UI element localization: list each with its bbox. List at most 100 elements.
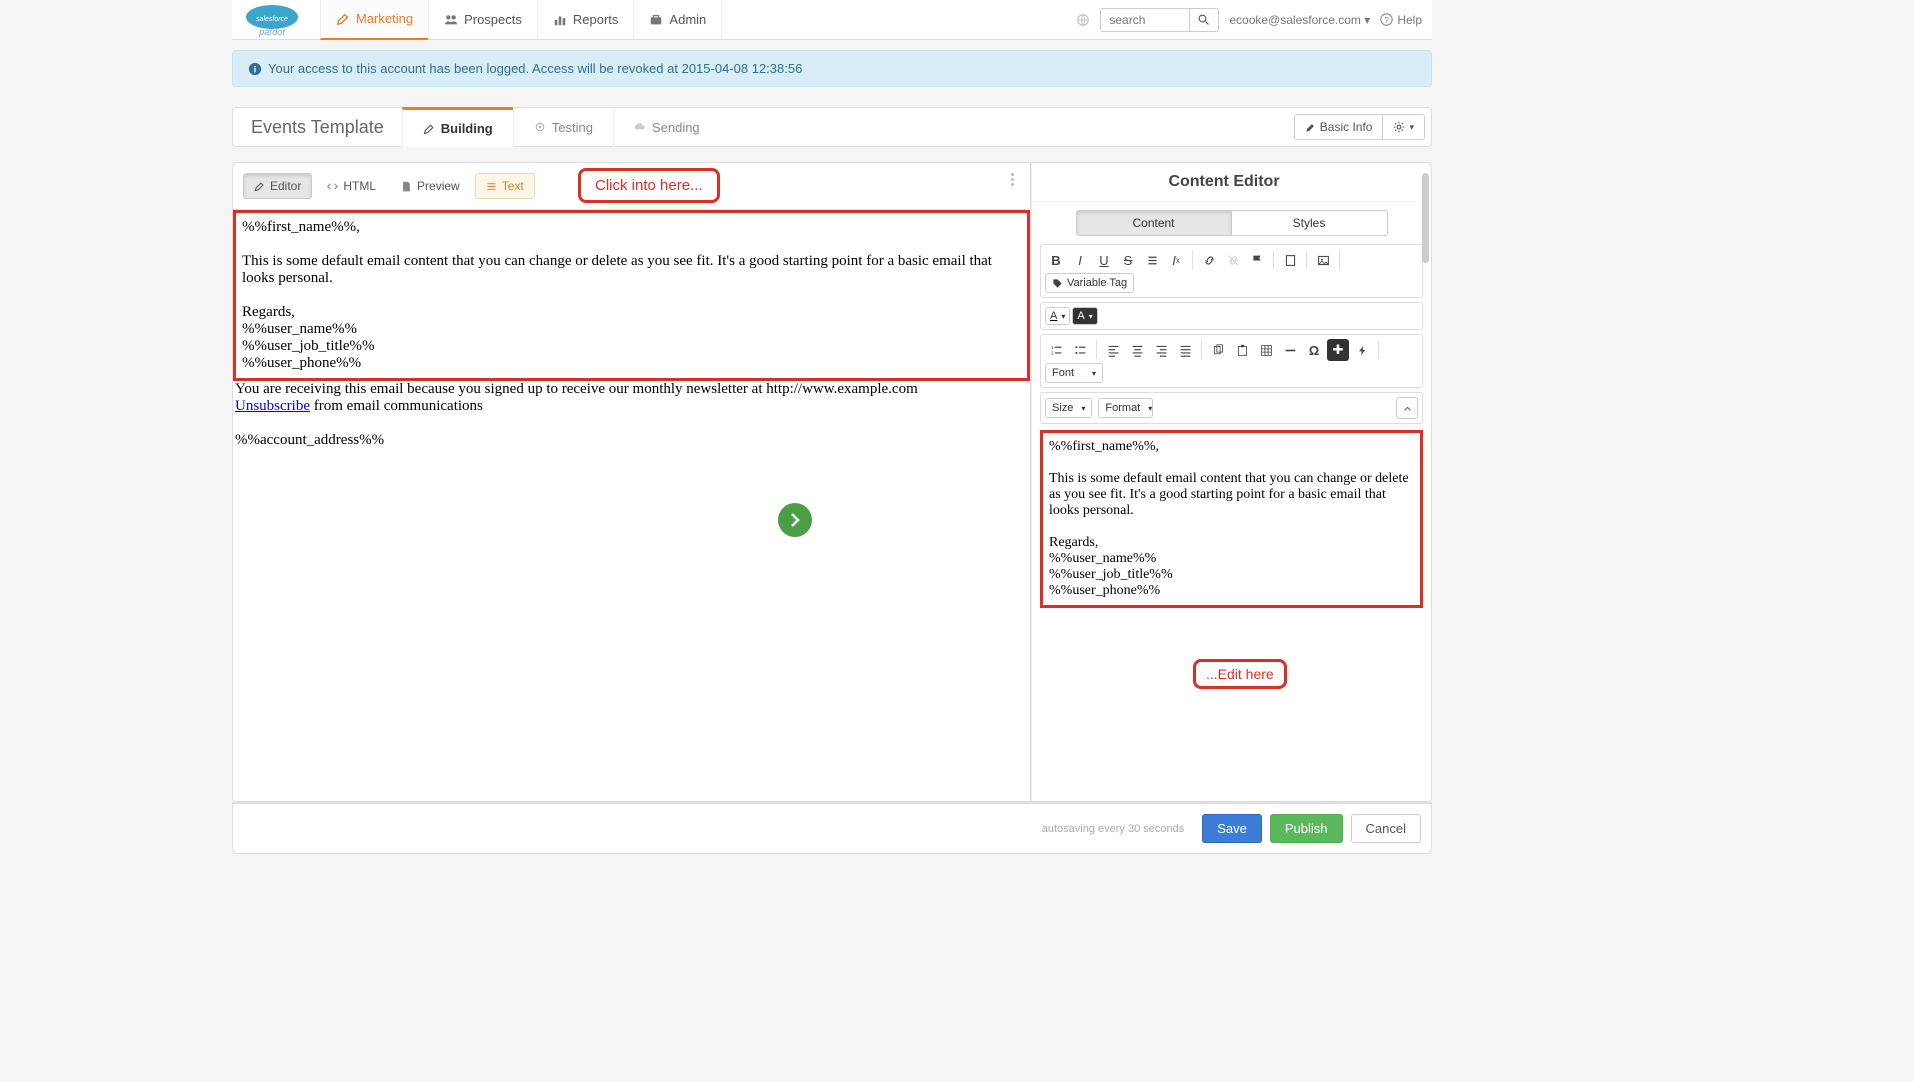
collapse-toolbar-button[interactable]	[1396, 397, 1418, 419]
hr-button[interactable]	[1279, 339, 1301, 361]
nav-tab-prospects[interactable]: Prospects	[428, 0, 537, 40]
nav-label: Prospects	[464, 12, 522, 27]
info-icon: i	[248, 62, 262, 76]
underline-button[interactable]: U	[1093, 249, 1115, 271]
dynamic-button[interactable]	[1351, 339, 1373, 361]
step-label: Building	[441, 121, 493, 136]
tag-icon	[1052, 278, 1063, 289]
toggle-content[interactable]: Content	[1076, 210, 1232, 236]
editor-signature-line: %%user_phone%%	[1049, 583, 1414, 599]
search-icon	[1198, 14, 1210, 26]
settings-dropdown-button[interactable]: ▾	[1383, 114, 1425, 140]
nav-tab-admin[interactable]: Admin	[633, 0, 722, 40]
help-link[interactable]: ? Help	[1380, 13, 1422, 27]
text-color-button[interactable]: A ▾	[1045, 307, 1070, 325]
basic-info-button[interactable]: Basic Info	[1294, 114, 1384, 140]
save-button[interactable]: Save	[1202, 814, 1262, 843]
anchor-button[interactable]	[1246, 249, 1268, 271]
image-button[interactable]	[1312, 249, 1334, 271]
salesforce-pardot-logo-icon: salesforce pardot	[242, 3, 302, 37]
search-button[interactable]	[1190, 8, 1219, 32]
page-title: Events Template	[233, 117, 402, 138]
view-tabs: Editor HTML Preview Text Click into here…	[233, 163, 1030, 210]
user-label: ecooke@salesforce.com	[1229, 13, 1361, 27]
format-select[interactable]: Format▾	[1098, 398, 1153, 418]
email-preview-area[interactable]: %%first_name%%, This is some default ema…	[233, 210, 1030, 801]
bullet-list-button[interactable]	[1069, 339, 1091, 361]
italic-button[interactable]: I	[1069, 249, 1091, 271]
remove-format-button[interactable]: Ix	[1165, 249, 1187, 271]
nav-tab-reports[interactable]: Reports	[537, 0, 634, 40]
table-button[interactable]	[1255, 339, 1277, 361]
toggle-styles[interactable]: Styles	[1232, 210, 1388, 236]
view-tab-preview[interactable]: Preview	[391, 173, 470, 199]
step-tab-testing[interactable]: Testing	[513, 107, 613, 147]
chevron-right-icon	[787, 512, 803, 528]
unsubscribe-link[interactable]: Unsubscribe	[235, 398, 310, 414]
bold-button[interactable]: B	[1045, 249, 1067, 271]
pane-options-button[interactable]	[1005, 173, 1020, 199]
numbered-list-button[interactable]: 12	[1045, 339, 1067, 361]
size-select[interactable]: Size▾	[1045, 398, 1092, 418]
view-label: Editor	[270, 179, 301, 193]
copy-button[interactable]	[1207, 339, 1229, 361]
gear-icon	[1393, 121, 1405, 133]
special-char-button[interactable]: Ω	[1303, 339, 1325, 361]
collapse-panel-button[interactable]	[778, 503, 812, 537]
chevron-up-icon	[1403, 404, 1412, 413]
view-tab-html[interactable]: HTML	[317, 173, 386, 199]
page-header-bar: Events Template Building Testing Sending…	[232, 107, 1432, 147]
logo[interactable]: salesforce pardot	[242, 3, 320, 37]
cancel-button[interactable]: Cancel	[1351, 814, 1421, 843]
left-pane: Editor HTML Preview Text Click into here…	[233, 163, 1031, 801]
align-center-button[interactable]	[1126, 339, 1148, 361]
view-label: Text	[502, 179, 524, 193]
search-input[interactable]	[1100, 8, 1190, 32]
embed-button[interactable]: ✚	[1327, 339, 1349, 361]
variable-tag-button[interactable]: Variable Tag	[1045, 273, 1134, 293]
rte-toolbar-row-1: B I U S Ix	[1040, 244, 1423, 298]
svg-text:1: 1	[1050, 344, 1053, 350]
paste-button[interactable]	[1231, 339, 1253, 361]
insert-file-button[interactable]	[1279, 249, 1301, 271]
nav-label: Marketing	[356, 11, 413, 26]
editor-regards: Regards,	[1049, 535, 1414, 551]
step-tab-building[interactable]: Building	[402, 107, 513, 147]
email-regards: Regards,	[242, 304, 1021, 321]
scrollbar[interactable]	[1422, 173, 1429, 263]
publish-button[interactable]: Publish	[1270, 814, 1343, 843]
strikethrough-button[interactable]: S	[1117, 249, 1139, 271]
nav-tab-marketing[interactable]: Marketing	[320, 0, 428, 40]
ol-icon: 12	[1050, 344, 1063, 357]
align-left-button[interactable]	[1102, 339, 1124, 361]
hr-icon	[1284, 344, 1297, 357]
align-left-icon	[1107, 344, 1120, 357]
step-tab-sending[interactable]: Sending	[613, 107, 720, 147]
view-tab-text[interactable]: Text	[475, 173, 535, 199]
highlighted-email-region: %%first_name%%, This is some default ema…	[233, 210, 1030, 381]
line-height-button[interactable]	[1141, 249, 1163, 271]
nav-label: Reports	[573, 12, 619, 27]
bg-color-button[interactable]: A ▾	[1072, 307, 1097, 325]
people-icon	[444, 13, 458, 27]
format-label: Format	[1105, 402, 1140, 414]
editor-signature-line: %%user_name%%	[1049, 551, 1414, 567]
user-menu[interactable]: ecooke@salesforce.com ▾	[1229, 13, 1370, 27]
unlink-button[interactable]	[1222, 249, 1244, 271]
step-label: Sending	[652, 120, 700, 135]
bolt-icon	[1357, 344, 1368, 357]
link-button[interactable]	[1198, 249, 1220, 271]
align-right-button[interactable]	[1150, 339, 1172, 361]
font-select[interactable]: Font▾	[1045, 363, 1103, 383]
view-tab-editor[interactable]: Editor	[243, 173, 312, 199]
click-here-callout: Click into here...	[578, 168, 720, 203]
variable-tag-label: Variable Tag	[1067, 277, 1127, 289]
globe-icon[interactable]	[1076, 13, 1090, 27]
caret-down-icon: ▾	[1364, 13, 1370, 27]
table-icon	[1260, 344, 1273, 357]
rte-content-area[interactable]: %%first_name%%, This is some default ema…	[1040, 430, 1423, 608]
question-icon: ?	[1380, 13, 1393, 26]
alert-text: Your access to this account has been log…	[268, 61, 802, 76]
align-justify-button[interactable]	[1174, 339, 1196, 361]
edit-icon	[423, 123, 435, 135]
